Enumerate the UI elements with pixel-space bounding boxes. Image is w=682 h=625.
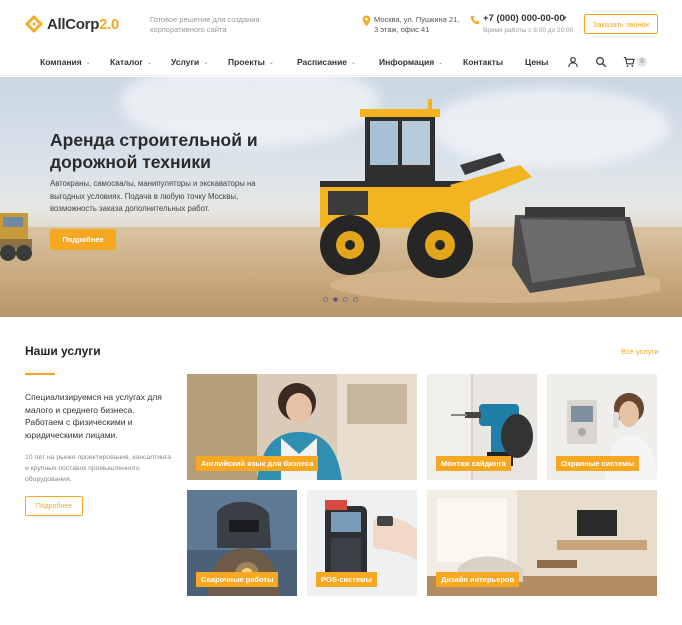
nav-label: Цены bbox=[525, 57, 549, 67]
hero-banner: Аренда строительной и дорожной техники А… bbox=[0, 77, 682, 317]
services-more-button[interactable]: Подробнее bbox=[25, 496, 83, 516]
logo-version: 2.0 bbox=[99, 15, 120, 33]
wheel-loader-image bbox=[320, 99, 660, 303]
callback-button[interactable]: Заказать звонок bbox=[584, 14, 658, 34]
nav-item-information[interactable]: Информация ⌄ bbox=[379, 48, 443, 76]
address: Москва, ул. Пушкина 21, 3 этаж, офис 41 bbox=[374, 15, 460, 34]
hero-text: Автокраны, самосвалы, манипуляторы и экс… bbox=[50, 179, 256, 213]
chevron-down-icon: ⌄ bbox=[146, 59, 152, 66]
slider-dot-active[interactable] bbox=[333, 297, 338, 302]
hero-more-button[interactable]: Подробнее bbox=[50, 229, 116, 250]
nav-label: Информация bbox=[379, 57, 435, 67]
chevron-down-icon[interactable]: ▾ bbox=[563, 14, 567, 22]
service-tile-interior[interactable]: Дизайн интерьеров bbox=[427, 490, 657, 596]
nav-label: Услуги bbox=[171, 57, 200, 67]
background-machine-image bbox=[0, 213, 32, 261]
tile-label: Сварочные работы bbox=[196, 572, 279, 587]
services-subtext: 10 лет на рынке проектирования, консалти… bbox=[25, 454, 171, 483]
service-tile-pos[interactable]: POS-системы bbox=[307, 490, 417, 596]
cart-count-badge: 0 bbox=[637, 57, 647, 67]
services-intro: Специализируемся на услугах для малого и… bbox=[25, 392, 162, 440]
nav-item-services[interactable]: Услуги ⌄ bbox=[171, 48, 208, 76]
phone-number[interactable]: +7 (000) 000-00-00 bbox=[483, 13, 565, 24]
chevron-down-icon: ⌄ bbox=[203, 59, 209, 66]
slider-dot[interactable] bbox=[323, 297, 328, 302]
chevron-down-icon: ⌄ bbox=[268, 59, 274, 66]
service-tile-siding[interactable]: Монтаж сайдинга bbox=[427, 374, 537, 480]
nav-item-prices[interactable]: Цены bbox=[525, 48, 548, 76]
service-tile-english[interactable]: Английский язык для бизнеса bbox=[187, 374, 417, 480]
nav-item-contacts[interactable]: Контакты bbox=[463, 48, 503, 76]
tile-label: Дизайн интерьеров bbox=[436, 572, 520, 587]
chevron-down-icon: ⌄ bbox=[438, 59, 444, 66]
nav-label: Компания bbox=[40, 57, 82, 67]
search-icon[interactable] bbox=[595, 56, 607, 68]
tile-label: POS-системы bbox=[316, 572, 377, 587]
slider-dot[interactable] bbox=[353, 297, 358, 302]
tile-label: Английский язык для бизнеса bbox=[196, 456, 319, 471]
tile-label: Охранные системы bbox=[556, 456, 640, 471]
hero-title: Аренда строительной и дорожной техники bbox=[50, 130, 258, 172]
nav-label: Каталог bbox=[110, 57, 143, 67]
slider-dot[interactable] bbox=[343, 297, 348, 302]
site-header: AllCorp2.0 Готовое решение для создания … bbox=[0, 0, 682, 48]
tile-label: Монтаж сайдинга bbox=[436, 456, 511, 471]
nav-item-projects[interactable]: Проекты ⌄ bbox=[228, 48, 274, 76]
user-icon[interactable] bbox=[567, 56, 579, 68]
logo-name: AllCorp bbox=[47, 15, 100, 33]
services-title: Наши услуги bbox=[25, 344, 101, 358]
nav-item-company[interactable]: Компания ⌄ bbox=[40, 48, 91, 76]
nav-label: Контакты bbox=[463, 57, 504, 67]
map-pin-icon bbox=[362, 15, 371, 27]
logo[interactable]: AllCorp2.0 bbox=[24, 13, 119, 35]
chevron-down-icon: ⌄ bbox=[351, 59, 357, 66]
main-nav: Компания ⌄ Каталог ⌄ Услуги ⌄ Проекты ⌄ Расп… bbox=[0, 48, 682, 76]
nav-label: Проекты bbox=[228, 57, 265, 67]
nav-item-catalog[interactable]: Каталог ⌄ bbox=[110, 48, 152, 76]
work-hours: Время работы с 8:00 до 20:00 bbox=[483, 27, 574, 34]
logo-mark-icon bbox=[25, 15, 43, 33]
nav-label: Расписание bbox=[297, 57, 348, 67]
slider-pagination bbox=[323, 297, 358, 302]
all-services-link[interactable]: Все услуги bbox=[621, 347, 658, 356]
service-tile-welding[interactable]: Сварочные работы bbox=[187, 490, 297, 596]
cart-icon[interactable] bbox=[623, 56, 635, 68]
phone-icon bbox=[470, 15, 480, 25]
tagline: Готовое решение для создания корпоративн… bbox=[150, 15, 260, 34]
chevron-down-icon: ⌄ bbox=[85, 59, 91, 66]
section-divider bbox=[25, 373, 55, 375]
nav-item-schedule[interactable]: Расписание ⌄ bbox=[297, 48, 356, 76]
service-tile-security[interactable]: Охранные системы bbox=[547, 374, 657, 480]
